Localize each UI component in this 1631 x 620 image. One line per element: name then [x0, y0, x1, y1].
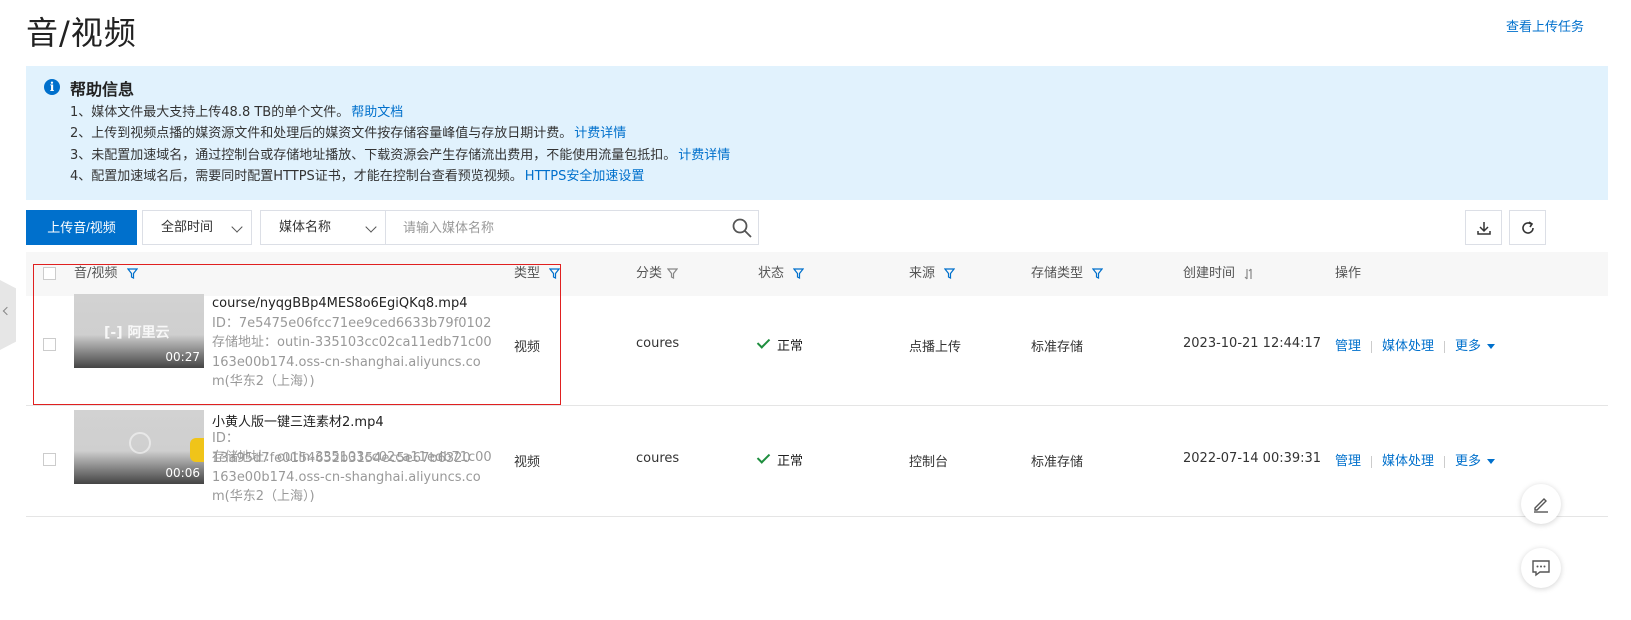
media-source: 控制台	[909, 455, 949, 470]
edit-icon	[1534, 498, 1548, 513]
media-source: 点播上传	[909, 340, 962, 355]
media-process-link[interactable]: 媒体处理	[1382, 454, 1434, 469]
page-title: 音/视频	[26, 14, 137, 52]
upload-media-button[interactable]: 上传音/视频	[26, 210, 137, 245]
table-row: 00:06 小黄人版一键三连素材2.mp4 ID：13a95d7fe015465…	[26, 401, 1608, 517]
media-type: 视频	[514, 340, 541, 355]
help-line-3: 3、未配置加速域名，通过控制台或存储地址播放、下载资源会产生存储流出费用，不能使…	[70, 148, 731, 163]
divider	[1371, 340, 1373, 353]
row-checkbox[interactable]	[43, 338, 56, 351]
divider	[1371, 455, 1373, 468]
filter-icon[interactable]	[944, 268, 956, 279]
https-settings-link[interactable]: HTTPS安全加速设置	[525, 169, 645, 184]
check-icon	[756, 335, 771, 349]
filter-icon[interactable]	[793, 268, 805, 279]
status: 正常	[756, 450, 803, 469]
media-type: 视频	[514, 455, 541, 470]
caret-down-icon	[1487, 459, 1496, 464]
filter-icon[interactable]	[667, 268, 679, 279]
media-process-link[interactable]: 媒体处理	[1382, 339, 1434, 354]
filter-icon[interactable]	[126, 268, 138, 279]
storage-type: 标准存储	[1031, 455, 1084, 470]
duration-label: 00:27	[165, 350, 200, 364]
chat-support-button[interactable]	[1521, 548, 1561, 588]
billing-details-link-2[interactable]: 计费详情	[678, 148, 730, 163]
media-name: 小黄人版一键三连素材2.mp4	[212, 415, 384, 430]
info-icon: i	[44, 79, 60, 95]
billing-details-link[interactable]: 计费详情	[574, 126, 626, 141]
divider	[1444, 455, 1446, 468]
download-icon	[1477, 222, 1491, 235]
media-name: course/nyqgBBp4MES8o6EgiQKq8.mp4	[212, 296, 468, 311]
filter-icon[interactable]	[549, 268, 561, 279]
search-icon[interactable]	[732, 218, 752, 238]
chevron-down-icon	[365, 221, 377, 233]
divider	[1444, 340, 1446, 353]
minion-figure	[190, 438, 204, 462]
help-title: 帮助信息	[70, 80, 135, 99]
filter-icon[interactable]	[1092, 268, 1104, 279]
media-id: ID：7e5475e06fcc71ee9ced6633b79f0102	[212, 316, 492, 331]
table-row: [-] 阿里云 00:27 course/nyqgBBp4MES8o6EgiQK…	[26, 286, 1608, 406]
manage-link[interactable]: 管理	[1335, 339, 1361, 354]
storage-address: 存储地址：outin-335103cc02ca11edb71c00163e00b…	[212, 335, 492, 389]
refresh-button[interactable]	[1509, 210, 1546, 245]
chevron-left-icon	[2, 306, 12, 316]
help-line-1: 1、媒体文件最大支持上传48.8 TB的单个文件。 帮助文档	[70, 105, 404, 120]
export-button[interactable]	[1465, 210, 1502, 245]
view-upload-tasks-link[interactable]: 查看上传任务	[1506, 16, 1584, 35]
help-line-2: 2、上传到视频点播的媒资源文件和处理后的媒资文件按存储容量峰值与存放日期计费。计…	[70, 126, 627, 141]
chat-icon	[1532, 560, 1550, 577]
status: 正常	[756, 335, 803, 354]
chevron-down-icon	[231, 221, 243, 233]
select-all-checkbox[interactable]	[43, 267, 56, 280]
time-filter-select[interactable]: 全部时间	[142, 210, 252, 245]
media-search-input[interactable]	[386, 210, 759, 245]
created-time: 2022-07-14 00:39:31	[1183, 451, 1322, 466]
help-line-4: 4、配置加速域名后，需要同时配置HTTPS证书，才能在控制台查看预览视频。 HTT…	[70, 169, 645, 184]
caret-down-icon	[1487, 344, 1496, 349]
sidebar-collapse-handle[interactable]	[0, 280, 16, 350]
check-icon	[756, 450, 771, 464]
search-field-select[interactable]: 媒体名称	[260, 210, 386, 245]
media-category: coures	[636, 336, 680, 351]
storage-type: 标准存储	[1031, 340, 1084, 355]
brand-watermark: [-] 阿里云	[104, 325, 170, 341]
row-actions: 管理 媒体处理 更多	[1335, 450, 1496, 469]
storage-address: 存储地址：outin-335103cc02ca11edb71c00163e00b…	[212, 450, 492, 504]
more-dropdown[interactable]: 更多	[1455, 339, 1496, 354]
video-thumbnail[interactable]: [-] 阿里云 00:27	[74, 294, 204, 368]
created-time: 2023-10-21 12:44:17	[1183, 336, 1322, 351]
row-checkbox[interactable]	[43, 453, 56, 466]
more-dropdown[interactable]: 更多	[1455, 454, 1496, 469]
help-doc-link[interactable]: 帮助文档	[351, 105, 403, 120]
sort-icon[interactable]	[1244, 268, 1254, 280]
duration-label: 00:06	[165, 466, 200, 480]
refresh-icon	[1522, 221, 1534, 234]
feedback-edit-button[interactable]	[1521, 484, 1561, 524]
play-icon	[129, 432, 151, 454]
video-thumbnail[interactable]: 00:06	[74, 410, 204, 484]
help-box: i 帮助信息 1、媒体文件最大支持上传48.8 TB的单个文件。 帮助文档 2、上…	[26, 66, 1608, 200]
row-actions: 管理 媒体处理 更多	[1335, 335, 1496, 354]
media-category: coures	[636, 451, 680, 466]
manage-link[interactable]: 管理	[1335, 454, 1361, 469]
